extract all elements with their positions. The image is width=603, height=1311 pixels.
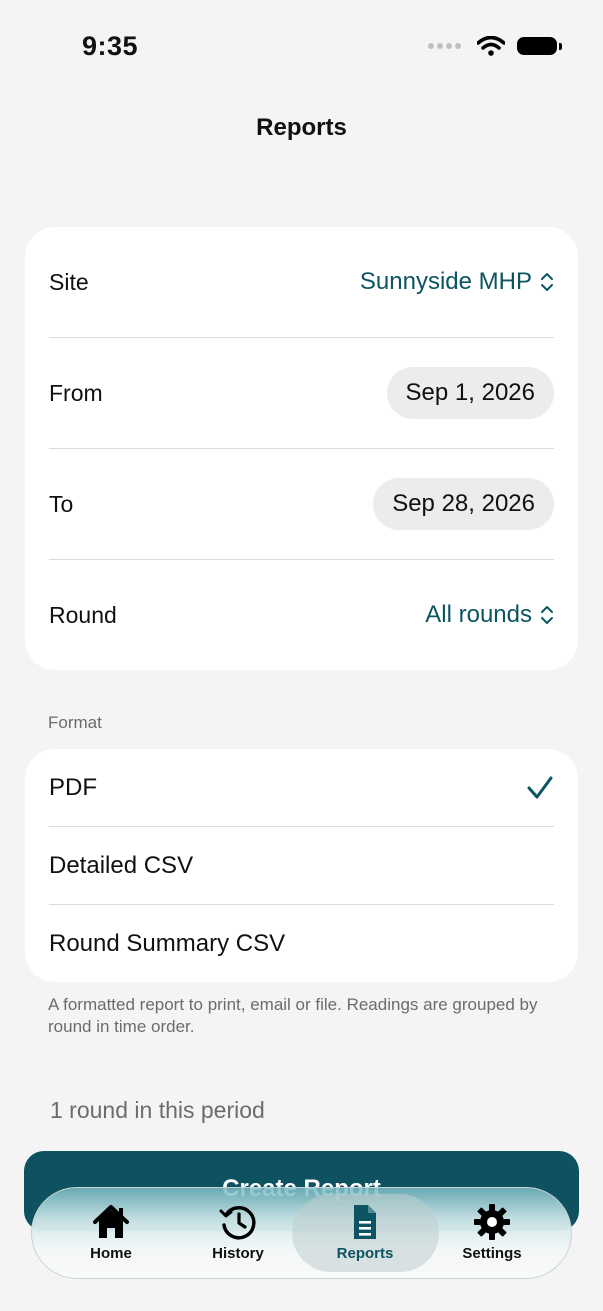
tab-settings[interactable]: Settings bbox=[437, 1202, 547, 1262]
site-value: Sunnyside MHP bbox=[359, 268, 532, 295]
chevron-up-down-icon bbox=[541, 606, 553, 624]
to-date-picker[interactable]: Sep 28, 2026 bbox=[373, 478, 554, 530]
divider bbox=[49, 559, 554, 560]
to-label: To bbox=[49, 490, 74, 517]
battery-icon bbox=[517, 37, 562, 55]
divider bbox=[49, 448, 554, 449]
format-section-label: Format bbox=[48, 713, 102, 732]
format-footnote: A formatted report to print, email or fi… bbox=[48, 995, 538, 1036]
round-picker[interactable]: All rounds bbox=[425, 601, 554, 629]
tab-label: History bbox=[212, 1245, 264, 1262]
tab-label: Home bbox=[90, 1245, 132, 1262]
format-option-round-summary-csv[interactable]: Round Summary CSV bbox=[49, 921, 554, 967]
to-row: To Sep 28, 2026 bbox=[49, 478, 554, 530]
from-row: From Sep 1, 2026 bbox=[49, 367, 554, 419]
tab-reports[interactable]: Reports bbox=[310, 1202, 420, 1262]
signal-icon bbox=[428, 43, 461, 49]
format-option-label: Detailed CSV bbox=[49, 852, 194, 879]
tab-home[interactable]: Home bbox=[56, 1202, 166, 1262]
tab-bar: Home History Reports Settings bbox=[31, 1187, 572, 1279]
wifi-icon bbox=[477, 36, 505, 56]
checkmark-icon bbox=[527, 776, 553, 799]
from-date-picker[interactable]: Sep 1, 2026 bbox=[386, 367, 554, 419]
format-option-pdf[interactable]: PDF bbox=[49, 765, 554, 811]
filters-card: Site Sunnyside MHP From Sep 1, 2026 To S… bbox=[25, 227, 578, 670]
status-time: 9:35 bbox=[82, 31, 139, 61]
divider bbox=[49, 904, 554, 905]
site-label: Site bbox=[49, 268, 89, 295]
gear-icon bbox=[474, 1204, 510, 1240]
tab-label: Settings bbox=[462, 1245, 522, 1262]
status-icons bbox=[428, 36, 562, 56]
format-option-detailed-csv[interactable]: Detailed CSV bbox=[49, 843, 554, 889]
round-value: All rounds bbox=[425, 601, 532, 628]
divider bbox=[49, 826, 554, 827]
site-row[interactable]: Site Sunnyside MHP bbox=[49, 257, 554, 307]
site-picker[interactable]: Sunnyside MHP bbox=[360, 268, 554, 296]
tab-label: Reports bbox=[336, 1245, 394, 1262]
tab-history[interactable]: History bbox=[183, 1202, 293, 1262]
divider bbox=[49, 337, 554, 338]
document-icon bbox=[354, 1205, 376, 1239]
round-row[interactable]: Round All rounds bbox=[49, 590, 554, 640]
format-card: PDF Detailed CSV Round Summary CSV bbox=[25, 749, 578, 982]
from-label: From bbox=[49, 379, 103, 406]
page-title: Reports bbox=[256, 114, 347, 141]
house-icon bbox=[93, 1205, 129, 1238]
clock-history-icon bbox=[219, 1206, 256, 1240]
round-count-text: 1 round in this period bbox=[50, 1097, 265, 1123]
format-option-label: PDF bbox=[49, 774, 97, 801]
chevron-up-down-icon bbox=[541, 273, 553, 291]
format-option-label: Round Summary CSV bbox=[49, 930, 286, 957]
round-label: Round bbox=[49, 601, 117, 628]
